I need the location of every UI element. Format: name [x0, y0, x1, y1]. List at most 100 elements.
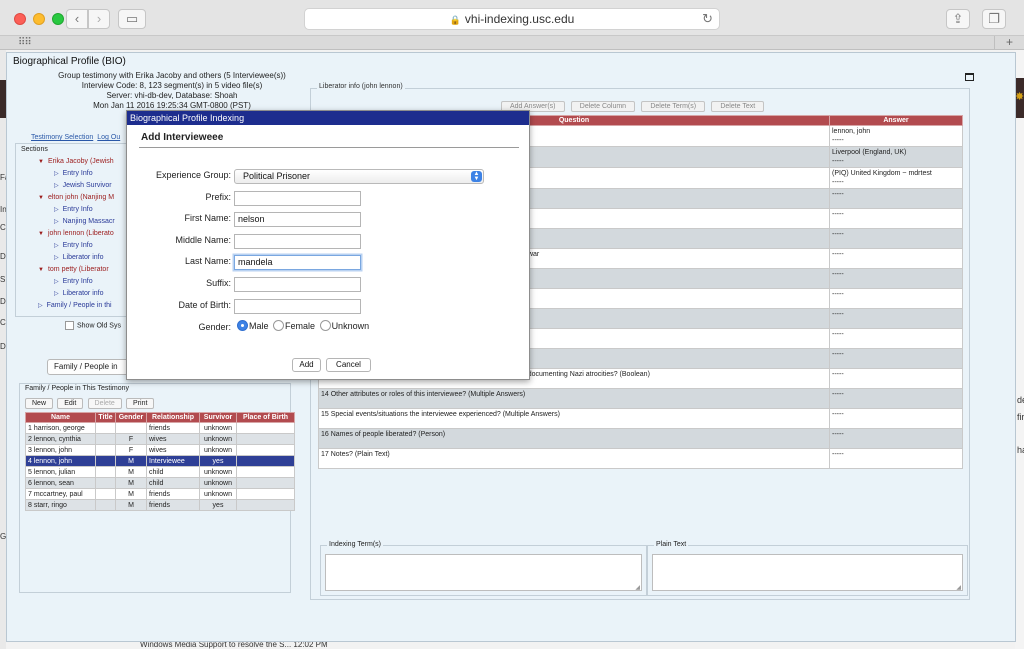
answer-cell[interactable]: lennon, john ----- [829, 125, 963, 147]
delete-terms-button[interactable]: Delete Term(s) [641, 101, 706, 112]
sidebar-toggle-button[interactable]: ▭ [118, 9, 146, 29]
triangle-down-icon: ▼ [38, 159, 44, 165]
triangle-right-icon: ▷ [54, 279, 59, 285]
bg-fragment: D [0, 342, 6, 351]
answer-cell[interactable]: ----- [829, 328, 963, 349]
table-row[interactable]: 5 lennon, julian Mchild unknown [25, 466, 295, 478]
delete-button[interactable]: Delete [87, 398, 122, 409]
gender-unknown-radio[interactable] [319, 320, 331, 332]
show-tabs-button[interactable]: ❐ [982, 9, 1006, 29]
answer-cell[interactable]: ----- [829, 228, 963, 249]
prefix-input[interactable] [234, 191, 361, 206]
close-window-button[interactable] [14, 13, 26, 25]
maximize-icon[interactable] [965, 73, 974, 81]
table-row[interactable]: 8 starr, ringo Mfriends yes [25, 499, 295, 511]
reload-icon[interactable]: ↻ [702, 9, 713, 29]
column-header-place-of-birth[interactable]: Place of Birth [236, 412, 295, 423]
answer-cell[interactable]: ----- [829, 388, 963, 409]
testimony-selection-link[interactable]: Testimony Selection [31, 134, 93, 141]
answer-cell[interactable]: ----- [829, 288, 963, 309]
family-people-button[interactable]: Family / People in [47, 359, 137, 375]
cancel-button[interactable]: Cancel [326, 358, 371, 372]
new-button[interactable]: New [25, 398, 54, 409]
column-header-relationship[interactable]: Relationship [146, 412, 200, 423]
answer-cell[interactable]: ----- [829, 448, 963, 469]
answer-cell[interactable]: ----- [829, 368, 963, 389]
answer-cell[interactable]: ----- [829, 408, 963, 429]
left-nav-links: Testimony Selection Log Ou [31, 134, 124, 141]
add-button[interactable]: Add [292, 358, 321, 372]
date-of-birth-input[interactable] [234, 299, 361, 314]
column-header-survivor[interactable]: Survivor [199, 412, 237, 423]
delete-column-button[interactable]: Delete Column [570, 101, 636, 112]
minimize-window-button[interactable] [33, 13, 45, 25]
answer-cell[interactable]: ----- [829, 248, 963, 269]
answer-cell[interactable]: Liverpool (England, UK) ----- [829, 146, 963, 168]
table-row[interactable]: 17 Notes? (Plain Text) ----- [318, 448, 963, 469]
gender-male-radio[interactable] [237, 320, 248, 332]
tree-item[interactable]: ▷ Nanjing Massacr [54, 218, 115, 225]
table-row[interactable]: 2 lennon, cynthia Fwives unknown [25, 433, 295, 445]
gender-female-radio[interactable] [273, 320, 285, 332]
answer-cell[interactable]: ----- [829, 308, 963, 329]
logout-link[interactable]: Log Ou [97, 134, 120, 141]
column-header-answer[interactable]: Answer [829, 115, 963, 126]
new-tab-button[interactable]: + [994, 36, 1024, 50]
table-row[interactable]: 16 Names of people liberated? (Person) --… [318, 428, 963, 449]
table-row-selected[interactable]: 4 lennon, john M Interviewee yes [25, 455, 295, 467]
table-row[interactable]: 15 Special events/situations the intervi… [318, 408, 963, 429]
plain-text-textarea[interactable] [652, 554, 963, 591]
answer-cell[interactable]: ----- [829, 348, 963, 369]
address-bar[interactable]: 🔒 vhi-indexing.usc.edu ↻ [304, 8, 720, 30]
share-button[interactable]: ⇪ [946, 9, 970, 29]
back-button[interactable]: ‹ [66, 9, 88, 29]
answer-cell[interactable]: ----- [829, 188, 963, 209]
prefix-label: Prefix: [205, 192, 231, 202]
gender-female-label[interactable]: Female [285, 321, 315, 331]
tree-item[interactable]: ▼ Erika Jacoby (Jewish [38, 158, 114, 165]
delete-text-button[interactable]: Delete Text [711, 101, 765, 112]
tree-item[interactable]: ▼ tom petty (Liberator [38, 266, 109, 273]
indexing-terms-box: Indexing Term(s) [320, 541, 647, 596]
tree-item[interactable]: ▼ elton john (Nanjing M [38, 194, 114, 201]
tree-item[interactable]: ▷ Entry Info [54, 206, 93, 213]
print-button[interactable]: Print [126, 398, 155, 409]
table-row[interactable]: 7 mccartney, paul Mfriends unknown [25, 488, 295, 500]
table-row[interactable]: 6 lennon, sean Mchild unknown [25, 477, 295, 489]
column-header-gender[interactable]: Gender [115, 412, 147, 423]
tree-item[interactable]: ▷ Entry Info [54, 278, 93, 285]
table-row[interactable]: 1 harrison, george friends unknown [25, 422, 295, 434]
answer-cell[interactable]: (PIQ) United Kingdom ~ mdrtest ----- [829, 167, 963, 189]
tree-item[interactable]: ▼ john lennon (Liberato [38, 230, 114, 237]
tree-item[interactable]: ▷ Family / People in thi [38, 302, 112, 309]
answer-cell[interactable]: ----- [829, 268, 963, 289]
show-old-systems-toggle[interactable]: Show Old Sys [65, 321, 121, 330]
tree-item[interactable]: ▷ Entry Info [54, 242, 93, 249]
suffix-input[interactable] [234, 277, 361, 292]
tree-item[interactable]: ▷ Liberator info [54, 254, 103, 261]
column-header-name[interactable]: Name [25, 412, 96, 423]
last-name-input[interactable]: mandela [234, 255, 361, 270]
column-header-title[interactable]: Title [95, 412, 116, 423]
checkbox[interactable] [65, 321, 74, 330]
middle-name-input[interactable] [234, 234, 361, 249]
answer-cell[interactable]: ----- [829, 208, 963, 229]
tree-item[interactable]: ▷ Liberator info [54, 290, 103, 297]
forward-button[interactable]: › [88, 9, 110, 29]
table-row[interactable]: 14 Other attributes or roles of this int… [318, 388, 963, 409]
gender-unknown-label[interactable]: Unknown [332, 321, 370, 331]
sections-label: Sections [21, 146, 48, 153]
first-name-input[interactable]: nelson [234, 212, 361, 227]
table-row[interactable]: 3 lennon, john Fwives unknown [25, 444, 295, 456]
question-cell: 16 Names of people liberated? (Person) [318, 428, 830, 449]
grid-icon[interactable]: ⠿⠿ [18, 37, 32, 48]
tree-item[interactable]: ▷ Jewish Survivor [54, 182, 112, 189]
gender-male-label[interactable]: Male [249, 321, 269, 331]
answer-cell[interactable]: ----- [829, 428, 963, 449]
experience-group-select[interactable]: Political Prisoner ▲ ▼ [234, 169, 484, 184]
zoom-window-button[interactable] [52, 13, 64, 25]
indexing-terms-textarea[interactable] [325, 554, 642, 591]
tree-item[interactable]: ▷ Entry Info [54, 170, 93, 177]
question-cell: 17 Notes? (Plain Text) [318, 448, 830, 469]
edit-button[interactable]: Edit [57, 398, 84, 409]
